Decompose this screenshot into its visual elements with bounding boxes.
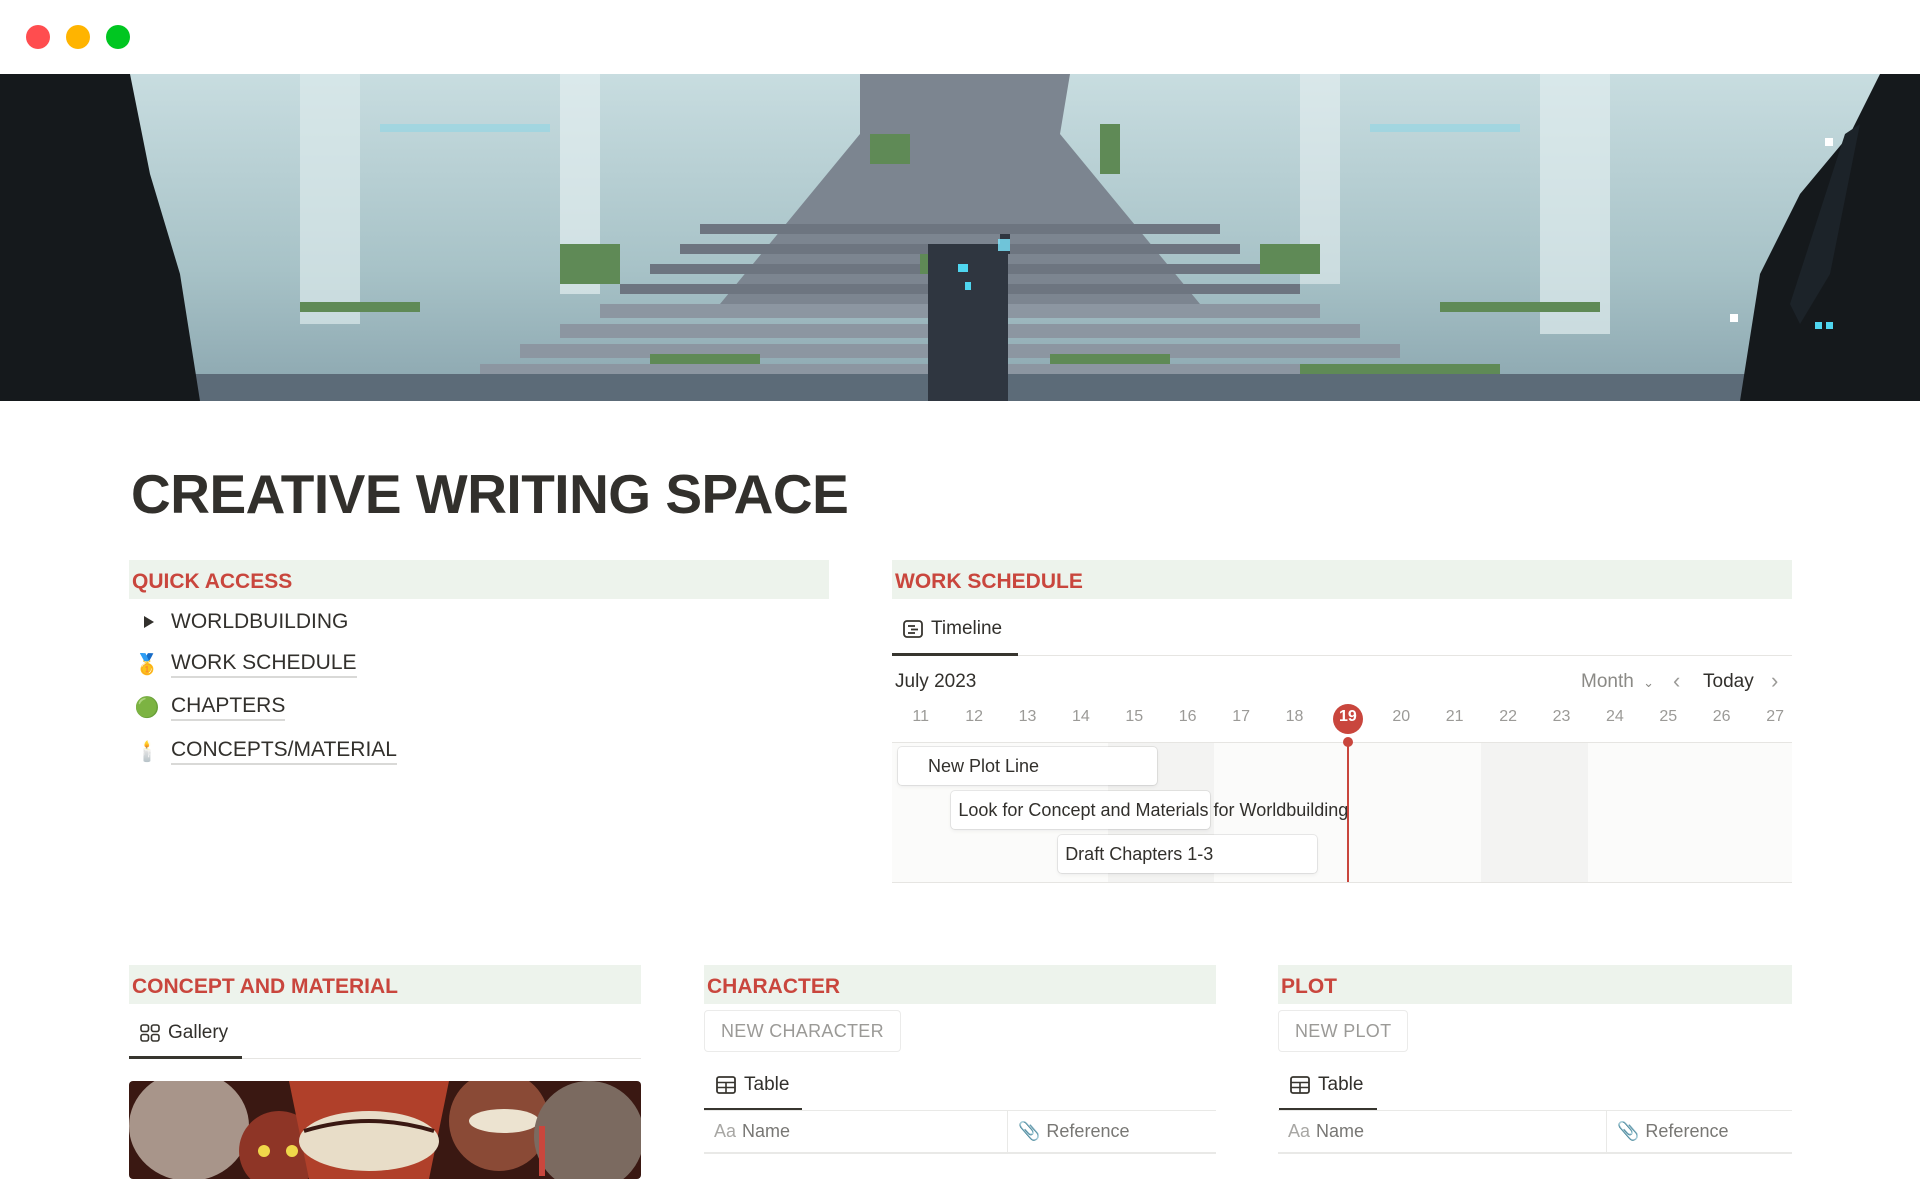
toggle-triangle-icon[interactable] — [133, 616, 161, 628]
timeline-month-label: July 2023 — [895, 671, 977, 692]
timeline-item-label: Draft Chapters 1-3 — [1065, 844, 1214, 864]
gallery-card-image[interactable] — [129, 1081, 641, 1179]
tab-timeline[interactable]: Timeline — [903, 618, 1002, 640]
timeline-day-label: 14 — [1071, 708, 1090, 725]
text-property-icon: Aa — [1288, 1121, 1311, 1141]
column-header-reference[interactable]: 📎 Reference — [1007, 1111, 1216, 1152]
cover-illustration — [0, 74, 1920, 401]
active-tab-indicator — [892, 653, 1018, 656]
timeline-day-label: 18 — [1285, 708, 1304, 725]
tab-table[interactable]: Table — [716, 1074, 789, 1096]
tab-timeline-label: Timeline — [931, 618, 1003, 639]
green-ball-icon: 🟢 — [134, 696, 160, 719]
view-mode-label: Month — [1581, 671, 1634, 692]
paperclip-icon: 📎 — [1617, 1121, 1640, 1141]
quick-access-item-chapters[interactable]: 🟢 CHAPTERS — [133, 691, 286, 723]
column-label: Name — [742, 1121, 791, 1141]
candle-icon: 🕯️ — [134, 740, 160, 763]
concept-material-header: CONCEPT AND MATERIAL — [129, 965, 641, 1004]
concept-material-title: CONCEPT AND MATERIAL — [132, 975, 398, 998]
timeline-item-label: New Plot Line — [928, 756, 1040, 776]
timeline-day-label: 19 — [1338, 708, 1357, 725]
timeline-day-label: 16 — [1178, 708, 1197, 725]
table-icon — [716, 1076, 736, 1094]
timeline-day-label: 15 — [1125, 708, 1144, 725]
timeline-day-label: 17 — [1232, 708, 1250, 725]
table-icon — [1290, 1076, 1310, 1094]
column-header-reference[interactable]: 📎 Reference — [1606, 1111, 1792, 1152]
tab-divider — [242, 1058, 641, 1059]
work-schedule-header: WORK SCHEDULE — [892, 560, 1792, 599]
active-tab-indicator — [129, 1056, 242, 1059]
timeline-icon — [903, 620, 923, 638]
character-title: CHARACTER — [707, 975, 840, 998]
medal-icon: 🥇 — [134, 653, 160, 676]
timeline-day-label: 26 — [1712, 708, 1731, 725]
chevron-left-icon: ‹ — [1673, 668, 1681, 693]
timeline-day-label: 27 — [1766, 708, 1784, 725]
previous-period-button[interactable]: ‹ — [1673, 668, 1680, 694]
timeline-day-label: 23 — [1552, 708, 1571, 725]
weekend-column — [1481, 743, 1589, 882]
text-property-icon: Aa — [714, 1121, 737, 1141]
timeline-day-label: 25 — [1659, 708, 1678, 725]
timeline-day-label: 20 — [1392, 708, 1411, 725]
quick-access-item-label[interactable]: CONCEPTS/MATERIAL — [171, 738, 397, 765]
tab-divider — [1018, 655, 1792, 656]
maximize-window-button[interactable] — [106, 25, 130, 49]
timeline-item-label: Look for Concept and Materials for World… — [958, 800, 1349, 820]
quick-access-header: QUICK ACCESS — [129, 560, 829, 599]
tab-gallery[interactable]: Gallery — [140, 1022, 228, 1044]
column-label: Reference — [1046, 1121, 1130, 1141]
tab-gallery-label: Gallery — [168, 1022, 229, 1043]
gallery-icon — [140, 1024, 160, 1042]
chevron-down-icon: ⌄ — [1643, 675, 1654, 690]
column-label: Name — [1316, 1121, 1365, 1141]
cover-image — [0, 74, 1920, 401]
work-schedule-title: WORK SCHEDULE — [895, 570, 1083, 593]
column-header-name[interactable]: Aa Name — [704, 1111, 1007, 1152]
character-table-header: Aa Name 📎 Reference — [704, 1110, 1216, 1154]
today-line-dot — [1342, 737, 1353, 747]
close-window-button[interactable] — [26, 25, 50, 49]
page-title: CREATIVE WRITING SPACE — [131, 463, 849, 525]
window-titlebar — [0, 0, 1920, 74]
quick-access-item-concepts-material[interactable]: 🕯️ CONCEPTS/MATERIAL — [133, 735, 397, 767]
quick-access-title: QUICK ACCESS — [132, 570, 293, 593]
new-character-button[interactable]: NEW CHARACTER — [704, 1010, 901, 1052]
timeline-bottom-divider — [892, 882, 1792, 883]
timeline-day-label: 12 — [965, 708, 983, 725]
tab-table-label: Table — [1318, 1074, 1364, 1095]
tab-table[interactable]: Table — [1290, 1074, 1363, 1096]
timeline-day-label: 13 — [1018, 708, 1037, 725]
quick-access-item-label: WORLDBUILDING — [171, 610, 349, 633]
minimize-window-button[interactable] — [66, 25, 90, 49]
today-button[interactable]: Today — [1703, 671, 1754, 693]
plot-header: PLOT — [1278, 965, 1792, 1004]
tab-table-label: Table — [744, 1074, 790, 1095]
view-mode-dropdown[interactable]: Month ⌄ — [1581, 671, 1654, 693]
chevron-right-icon: › — [1771, 668, 1779, 693]
timeline-day-label: 22 — [1499, 708, 1517, 725]
demon-faces-illustration — [129, 1081, 641, 1179]
quick-access-item-work-schedule[interactable]: 🥇 WORK SCHEDULE — [133, 648, 357, 680]
next-period-button[interactable]: › — [1771, 668, 1778, 694]
timeline-day-label: 21 — [1445, 708, 1464, 725]
plot-table-header: Aa Name 📎 Reference — [1278, 1110, 1792, 1154]
plot-title: PLOT — [1281, 975, 1337, 998]
character-header: CHARACTER — [704, 965, 1216, 1004]
column-header-name[interactable]: Aa Name — [1278, 1111, 1606, 1152]
paperclip-icon: 📎 — [1018, 1121, 1041, 1141]
new-plot-button[interactable]: NEW PLOT — [1278, 1010, 1409, 1052]
quick-access-item-label[interactable]: CHAPTERS — [171, 694, 286, 721]
timeline-day-label: 24 — [1605, 708, 1624, 725]
timeline-day-label: 11 — [912, 708, 929, 725]
quick-access-item-label[interactable]: WORK SCHEDULE — [171, 651, 357, 678]
today-button-label: Today — [1703, 671, 1754, 692]
column-label: Reference — [1645, 1121, 1729, 1141]
quick-access-item-worldbuilding[interactable]: WORLDBUILDING — [133, 606, 348, 638]
